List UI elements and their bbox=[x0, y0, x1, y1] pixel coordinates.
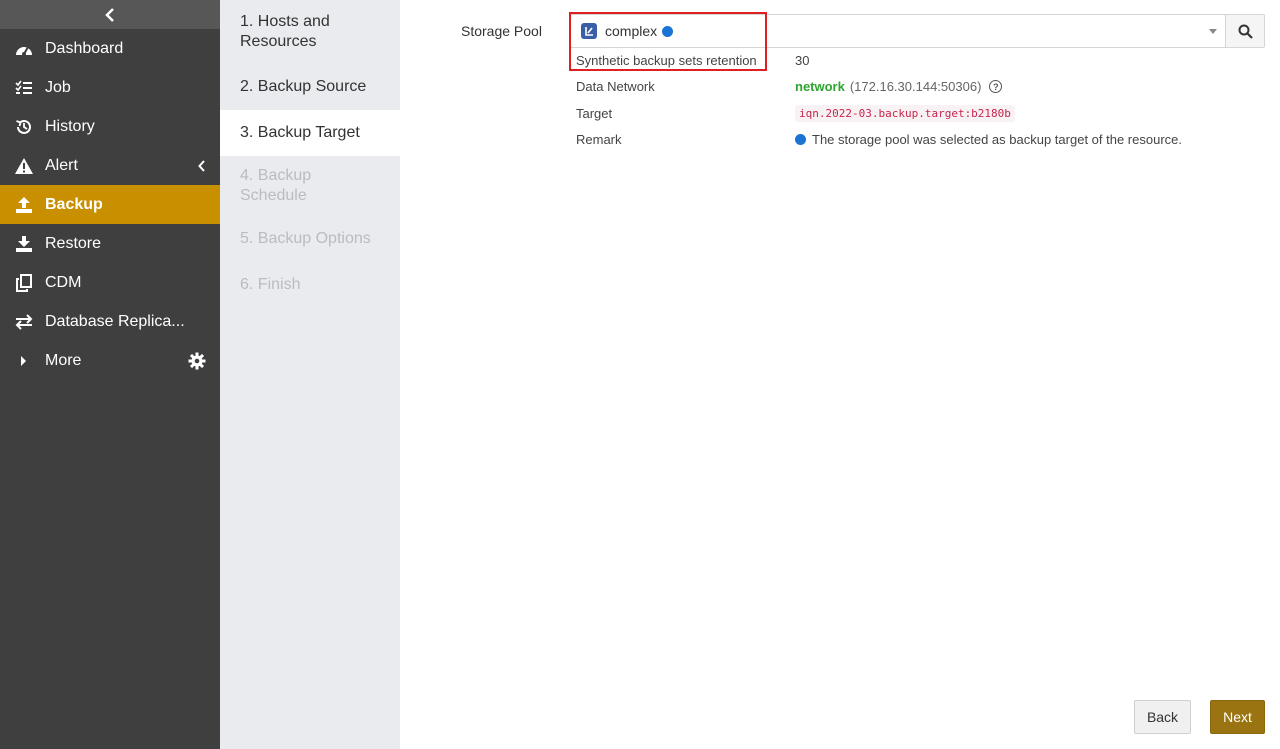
storage-pool-select[interactable]: complex bbox=[570, 14, 1226, 48]
sidebar-item-label: Dashboard bbox=[45, 39, 124, 57]
sidebar-item-label: Database Replica... bbox=[45, 312, 185, 330]
target-value-container: iqn.2022-03.backup.target:b2180b bbox=[795, 105, 1015, 122]
alert-icon bbox=[14, 156, 34, 176]
job-list-icon bbox=[14, 78, 34, 98]
network-address: (172.16.30.144:50306) bbox=[849, 79, 982, 94]
chevron-down-icon[interactable] bbox=[1209, 29, 1217, 34]
wizard-steps: 1. Hosts and Resources 2. Backup Source … bbox=[220, 0, 400, 749]
step-backup-target[interactable]: 3. Backup Target bbox=[220, 110, 400, 156]
remark-value-container: The storage pool was selected as backup … bbox=[795, 132, 1182, 147]
sidebar-item-label: CDM bbox=[45, 273, 82, 291]
next-button[interactable]: Next bbox=[1210, 700, 1265, 734]
sidebar-item-cdm[interactable]: CDM bbox=[0, 263, 220, 302]
search-icon bbox=[1238, 24, 1253, 39]
upload-icon bbox=[14, 195, 34, 215]
sidebar: Dashboard Job History Alert Backup Resto… bbox=[0, 0, 220, 749]
retention-value: 30 bbox=[795, 53, 810, 68]
storage-pool-icon bbox=[581, 23, 597, 39]
sidebar-item-database-replication[interactable]: Database Replica... bbox=[0, 302, 220, 341]
sidebar-item-job[interactable]: Job bbox=[0, 68, 220, 107]
caret-right-icon bbox=[14, 351, 34, 371]
sidebar-item-label: Alert bbox=[45, 156, 78, 174]
replication-icon bbox=[14, 312, 34, 332]
step-hosts-and-resources[interactable]: 1. Hosts and Resources bbox=[220, 0, 400, 64]
sidebar-collapse-button[interactable] bbox=[0, 0, 220, 29]
sidebar-item-label: Job bbox=[45, 78, 71, 96]
sidebar-item-more[interactable]: More bbox=[0, 341, 220, 380]
chevron-left-icon bbox=[198, 159, 206, 172]
target-value: iqn.2022-03.backup.target:b2180b bbox=[795, 105, 1015, 122]
storage-pool-label: Storage Pool bbox=[461, 23, 542, 39]
sidebar-item-label: Backup bbox=[45, 195, 103, 213]
sidebar-item-backup[interactable]: Backup bbox=[0, 185, 220, 224]
step-backup-source[interactable]: 2. Backup Source bbox=[220, 64, 400, 110]
main-content: Storage Pool complex Synthetic backup se… bbox=[400, 0, 1280, 749]
sidebar-item-restore[interactable]: Restore bbox=[0, 224, 220, 263]
remark-value: The storage pool was selected as backup … bbox=[812, 132, 1182, 147]
sidebar-item-label: More bbox=[45, 351, 82, 369]
status-dot bbox=[662, 25, 674, 37]
data-network-label: Data Network bbox=[576, 79, 655, 94]
sidebar-item-alert[interactable]: Alert bbox=[0, 146, 220, 185]
retention-label: Synthetic backup sets retention bbox=[576, 53, 757, 68]
network-name: network bbox=[795, 79, 845, 94]
target-label: Target bbox=[576, 106, 613, 121]
copy-icon bbox=[14, 273, 34, 293]
step-backup-schedule: 4. Backup Schedule bbox=[240, 167, 312, 204]
data-network-value: network (172.16.30.144:50306) ? bbox=[795, 79, 1003, 94]
dashboard-icon bbox=[14, 39, 34, 59]
sidebar-item-history[interactable]: History bbox=[0, 107, 220, 146]
sidebar-item-dashboard[interactable]: Dashboard bbox=[0, 29, 220, 68]
help-icon[interactable]: ? bbox=[989, 80, 1003, 93]
history-icon bbox=[14, 117, 34, 137]
step-finish: 6. Finish bbox=[240, 276, 301, 293]
sidebar-item-label: History bbox=[45, 117, 95, 135]
status-dot bbox=[795, 134, 806, 145]
gear-icon[interactable] bbox=[188, 352, 206, 370]
download-icon bbox=[14, 234, 34, 254]
remark-label: Remark bbox=[576, 132, 622, 147]
storage-pool-search-button[interactable] bbox=[1225, 14, 1265, 48]
back-button[interactable]: Back bbox=[1134, 700, 1191, 734]
storage-pool-selected: complex bbox=[605, 23, 658, 39]
sidebar-item-label: Restore bbox=[45, 234, 102, 252]
chevron-left-icon bbox=[105, 7, 114, 22]
step-backup-options: 5. Backup Options bbox=[240, 230, 371, 247]
